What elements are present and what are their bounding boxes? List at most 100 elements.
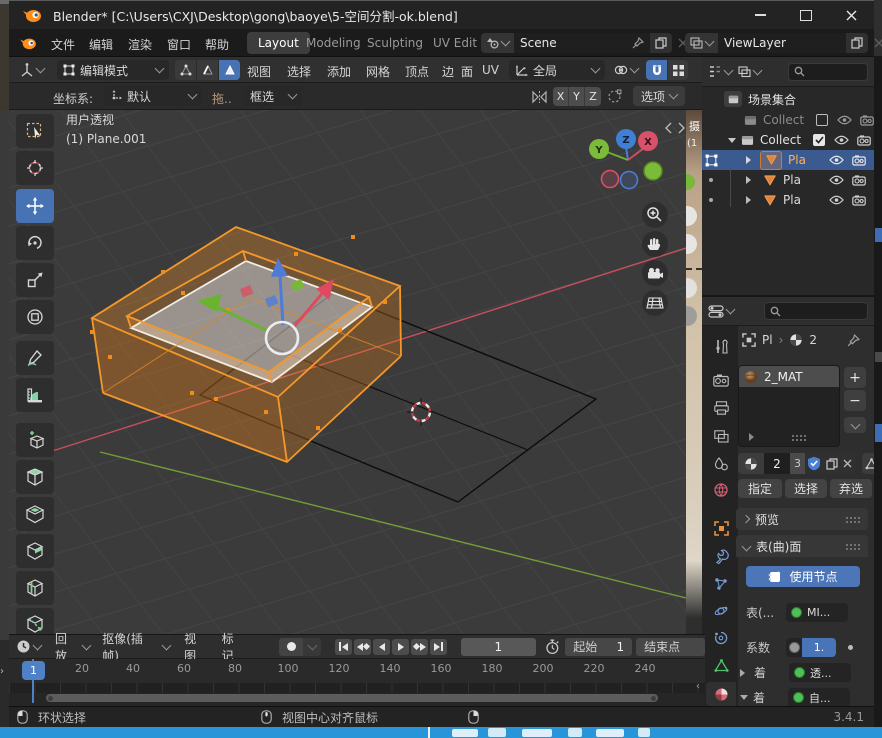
expand-triangle-icon[interactable]: [728, 138, 736, 147]
menu-vertex[interactable]: 顶点: [405, 63, 429, 80]
scene-browse-button[interactable]: [481, 33, 514, 53]
tool-extrude[interactable]: [16, 460, 54, 494]
tool-bevel[interactable]: [16, 534, 54, 568]
material-copy-button[interactable]: [823, 453, 840, 474]
current-frame-badge[interactable]: 1: [22, 661, 45, 680]
outliner-row-object[interactable]: Pla: [702, 190, 874, 210]
expand-right-icon[interactable]: [740, 669, 749, 677]
panel-preview-header[interactable]: 预览: [736, 508, 868, 530]
expand-down-icon[interactable]: [740, 695, 748, 704]
tab-material[interactable]: [706, 682, 736, 706]
menu-select[interactable]: 选择: [287, 63, 311, 80]
prev-keyframe-button[interactable]: [354, 639, 371, 655]
outliner-filter-button[interactable]: [738, 66, 761, 78]
ortho-toggle-button[interactable]: [642, 290, 668, 316]
timeline-ruler[interactable]: 20 40 60 80 100 120 140 160 180 200 220 …: [9, 659, 705, 683]
viewlayer-browse-button[interactable]: [685, 33, 718, 53]
tool-scale[interactable]: [16, 263, 54, 297]
viewlayer-new-button[interactable]: [846, 33, 868, 53]
zoom-button[interactable]: [642, 202, 668, 228]
pin-icon[interactable]: [847, 334, 860, 347]
tab-output[interactable]: [706, 396, 736, 420]
expand-right-icon[interactable]: [746, 156, 755, 164]
assign-button[interactable]: 指定: [738, 479, 782, 498]
gizmo-axis-z-neg[interactable]: [621, 172, 638, 189]
workspace-tab-sculpting[interactable]: Sculpting: [367, 36, 423, 50]
material-unlink-button[interactable]: [840, 453, 855, 474]
tab-object[interactable]: [706, 516, 736, 540]
tool-measure[interactable]: [16, 378, 54, 412]
menu-edit[interactable]: 编辑: [89, 36, 113, 53]
navigation-gizmo[interactable]: Z X Y: [589, 129, 662, 189]
shader-dropdown[interactable]: 透...: [789, 663, 851, 682]
gizmo-axis-y-neg[interactable]: [644, 162, 662, 180]
gizmo-axis-x-neg[interactable]: [602, 171, 619, 188]
minimize-button[interactable]: [738, 1, 783, 29]
deselect-button[interactable]: 弃选: [830, 479, 872, 498]
autokey-set-button[interactable]: [303, 638, 321, 656]
jump-to-end-button[interactable]: [430, 639, 447, 655]
scene-name-field[interactable]: Scene: [514, 33, 650, 53]
expand-right-icon[interactable]: [746, 176, 755, 184]
hide-eye-icon[interactable]: [834, 135, 849, 145]
menu-face[interactable]: 面: [461, 63, 473, 80]
close-button[interactable]: [828, 1, 874, 29]
tool-rotate[interactable]: [16, 226, 54, 260]
tool-inset[interactable]: [16, 497, 54, 531]
render-camera-icon[interactable]: [857, 135, 871, 146]
tab-tool[interactable]: [706, 334, 736, 358]
menu-add[interactable]: 添加: [327, 63, 351, 80]
slot-specials-button[interactable]: [844, 417, 866, 433]
menu-mesh[interactable]: 网格: [366, 63, 390, 80]
render-camera-icon[interactable]: [860, 115, 874, 126]
current-frame-field[interactable]: 1: [461, 638, 535, 656]
factor-value-slider[interactable]: 1.: [802, 638, 836, 657]
jump-to-start-button[interactable]: [335, 639, 352, 655]
tab-object-data[interactable]: [706, 653, 736, 677]
timeline-editor-type-button[interactable]: [16, 639, 41, 654]
tab-scene[interactable]: [706, 452, 736, 476]
options-dropdown[interactable]: 选项: [633, 86, 685, 106]
breadcrumb-object[interactable]: Pl: [762, 333, 773, 347]
outliner-row-collection-1[interactable]: Collect: [702, 110, 874, 130]
menu-render[interactable]: 渲染: [128, 36, 152, 53]
axis-x-toggle[interactable]: X: [553, 87, 569, 106]
tool-loopcut[interactable]: [16, 571, 54, 605]
menu-help[interactable]: 帮助: [205, 36, 229, 53]
properties-editor-type-button[interactable]: [708, 305, 734, 318]
edited-mesh[interactable]: [90, 227, 401, 462]
tab-particles[interactable]: [706, 572, 736, 596]
panel-surface-header[interactable]: 表(曲)面: [736, 535, 868, 557]
coord-dropdown[interactable]: 默认: [104, 86, 202, 106]
material-slot-active[interactable]: 2_MAT: [739, 366, 839, 387]
select-button[interactable]: 选择: [785, 479, 827, 498]
timeline-scrollbar[interactable]: [46, 694, 658, 702]
workspace-tab-uvedit[interactable]: UV Edit: [433, 36, 477, 50]
remove-slot-button[interactable]: −: [844, 390, 866, 411]
exclude-checkbox-checked[interactable]: [813, 134, 825, 146]
pivot-dropdown[interactable]: [610, 60, 642, 80]
tab-constraints[interactable]: [706, 626, 736, 650]
autokey-record-button[interactable]: [279, 638, 303, 656]
timeline-grid-band[interactable]: [9, 683, 705, 693]
blender-menu-icon[interactable]: [19, 36, 37, 50]
tool-cursor[interactable]: [16, 151, 54, 185]
drag-dropdown[interactable]: 框选: [244, 86, 302, 106]
shader-dropdown[interactable]: 自...: [788, 688, 850, 707]
node-specials-button[interactable]: [862, 453, 874, 474]
tab-modifiers[interactable]: [706, 544, 736, 568]
outliner-row-collection-2[interactable]: Collect: [702, 130, 874, 150]
render-camera-icon[interactable]: [852, 175, 866, 186]
keyframe-dot[interactable]: [848, 645, 853, 650]
maximize-button[interactable]: [783, 1, 828, 29]
tab-physics[interactable]: [706, 599, 736, 623]
tool-add-cube[interactable]: [16, 423, 54, 457]
hide-eye-icon[interactable]: [837, 115, 852, 125]
hide-eye-icon[interactable]: [829, 195, 844, 205]
tab-world[interactable]: [706, 478, 736, 502]
snap-settings-button[interactable]: [668, 60, 688, 80]
timeline-collapse-chevron[interactable]: ‹: [696, 681, 700, 692]
mode-dropdown[interactable]: 编辑模式: [57, 60, 169, 80]
snap-toggle[interactable]: [646, 60, 667, 80]
menu-file[interactable]: 文件: [51, 36, 75, 53]
